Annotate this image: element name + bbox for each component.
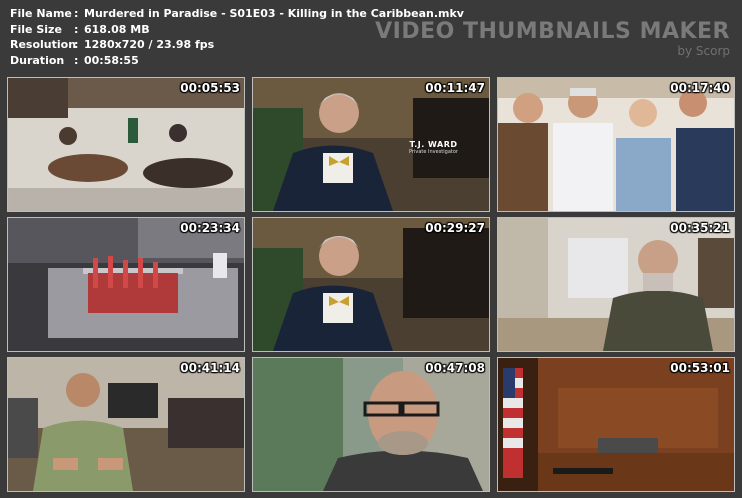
thumbnail-9[interactable]: 00:53:01	[497, 357, 735, 492]
timestamp: 00:53:01	[670, 361, 730, 375]
separator: :	[74, 22, 79, 36]
file-name-label: File Name	[10, 7, 72, 20]
separator: :	[74, 7, 79, 20]
interview-man-bowtie-frame	[253, 218, 489, 351]
timestamp: 00:29:27	[425, 221, 485, 235]
timestamp: 00:05:53	[180, 81, 240, 95]
timestamp: 00:11:47	[425, 81, 485, 95]
interview-man-living-room-frame	[8, 358, 244, 491]
brand-watermark: VIDEO THUMBNAILS MAKER by Scorp	[375, 19, 730, 59]
thumbnail-3[interactable]: 00:17:40	[497, 77, 735, 212]
brand-title: VIDEO THUMBNAILS MAKER	[375, 19, 730, 44]
timestamp: 00:35:21	[670, 221, 730, 235]
timestamp: 00:41:14	[180, 361, 240, 375]
snow-angels-frame	[8, 78, 244, 211]
duration-value: 00:58:55	[84, 53, 139, 67]
file-size-label: File Size	[10, 22, 62, 36]
duration-label: Duration	[10, 53, 65, 67]
lab-test-tubes-frame	[8, 218, 244, 351]
caption-name: T.J. WARD	[409, 140, 458, 149]
thumbnail-7[interactable]: 00:41:14	[7, 357, 245, 492]
brand-subtitle: by Scorp	[677, 44, 730, 58]
thumbnail-5[interactable]: 00:29:27	[252, 217, 490, 352]
closeup-bald-man-glasses-frame	[253, 358, 489, 491]
thumbnail-8[interactable]: 00:47:08	[252, 357, 490, 492]
lower-third-caption: T.J. WARD Private Investigator	[409, 140, 458, 155]
separator: :	[74, 53, 79, 67]
thumbnail-1[interactable]: 00:05:53	[7, 77, 245, 212]
interview-bald-man-frame	[498, 218, 734, 351]
file-size-value: 618.08 MB	[84, 22, 150, 36]
courtroom-frame	[498, 358, 734, 491]
group-photo-frame	[498, 78, 734, 211]
timestamp: 00:23:34	[180, 221, 240, 235]
thumbnail-2[interactable]: T.J. WARD Private Investigator 00:11:47	[252, 77, 490, 212]
thumbnail-4[interactable]: 00:23:34	[7, 217, 245, 352]
caption-role: Private Investigator	[409, 149, 458, 155]
timestamp: 00:17:40	[670, 81, 730, 95]
resolution-label: Resolution	[10, 38, 77, 51]
timestamp: 00:47:08	[425, 361, 485, 375]
thumbnail-6[interactable]: 00:35:21	[497, 217, 735, 352]
resolution-value: 1280x720 / 23.98 fps	[84, 38, 215, 51]
separator: :	[74, 38, 79, 51]
